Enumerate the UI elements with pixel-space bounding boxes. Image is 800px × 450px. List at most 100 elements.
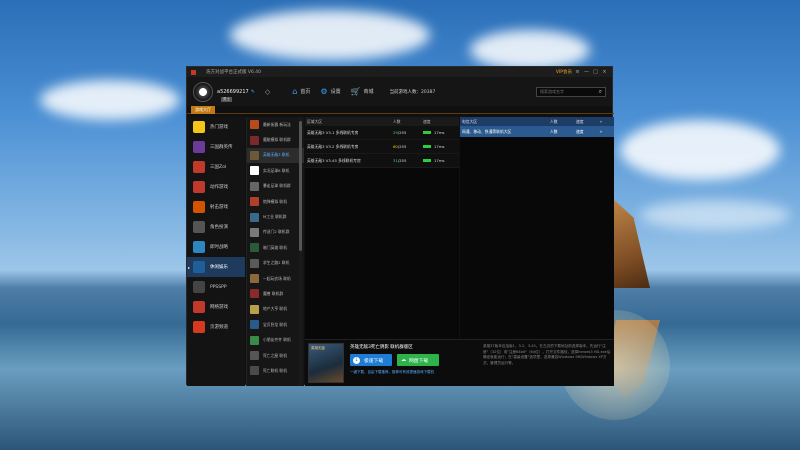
game-icon bbox=[250, 258, 259, 268]
game-icon bbox=[250, 166, 259, 176]
list-item[interactable]: 魔能模拟 联机群 bbox=[247, 132, 304, 147]
add-button[interactable]: + bbox=[596, 119, 606, 124]
list-item[interactable]: 一起玩农场 联机 bbox=[247, 271, 304, 286]
sidebar-item[interactable]: 三国群英传 bbox=[187, 137, 245, 157]
room-name: 网通、移动、铁通等联机大区 bbox=[462, 128, 512, 134]
list-item[interactable]: 实况足球8 联机 bbox=[247, 163, 304, 178]
sidebar-item[interactable]: 三国Zol bbox=[187, 157, 245, 177]
add-button[interactable]: + bbox=[596, 129, 606, 134]
room-list-left: 区域大区 人数 速度 英雄无敌3 V3.1 多线联机专房 29/255 17ms 英雄… bbox=[305, 117, 459, 339]
game-label: 传送门2 联机群 bbox=[263, 229, 290, 235]
category-icon bbox=[193, 261, 205, 273]
room-ping: 17ms bbox=[434, 130, 445, 135]
signal-bar-icon bbox=[423, 145, 431, 148]
room-speed: 17ms bbox=[423, 158, 445, 163]
sidebar-item-label: 休闲娱乐 bbox=[210, 265, 228, 270]
game-icon bbox=[250, 289, 259, 299]
list-item[interactable]: 死亡之屋 联机 bbox=[247, 348, 304, 363]
category-icon bbox=[193, 241, 205, 253]
header-count: 人数 bbox=[393, 118, 401, 124]
game-icon bbox=[250, 366, 259, 376]
table-row[interactable]: 网通、移动、铁通等联机大区 人数 速度 + bbox=[460, 126, 614, 137]
search-icon[interactable]: ⌕ bbox=[599, 88, 602, 96]
table-row[interactable]: 英雄无敌3 V3.45 多线联机专房 31/255 17ms bbox=[305, 154, 459, 168]
nav-settings[interactable]: ⚙ 设置 bbox=[320, 87, 340, 96]
edit-icon[interactable]: ✎ bbox=[251, 89, 255, 95]
sidebar-item[interactable]: 网络游戏 bbox=[187, 297, 245, 317]
nav-home[interactable]: ⌂ 首页 bbox=[292, 87, 310, 96]
game-icon bbox=[250, 320, 259, 330]
game-icon bbox=[250, 212, 259, 222]
room-ping: 17ms bbox=[434, 144, 445, 149]
game-description: 英雄3T版本包括版1、3.2、3.45。在左边的下载地址前选择版本。先运行"注册… bbox=[483, 344, 611, 365]
nav-shop[interactable]: 🛒 商城 bbox=[351, 87, 374, 96]
list-item[interactable]: 英雄无敌3 联机 bbox=[247, 147, 304, 164]
maximize-button[interactable]: □ bbox=[592, 69, 599, 76]
fast-download-button[interactable]: ↓ 极速下载 bbox=[350, 354, 392, 366]
game-icon bbox=[250, 150, 259, 160]
scrollbar-thumb[interactable] bbox=[299, 121, 302, 251]
room-speed: 17ms bbox=[423, 130, 445, 135]
category-icon bbox=[193, 321, 205, 333]
netdisk-download-button[interactable]: ☁ 网盘下载 bbox=[397, 354, 439, 366]
sidebar-item[interactable]: 页游频道 bbox=[187, 317, 245, 337]
list-item[interactable]: 地产大亨 联机 bbox=[247, 302, 304, 317]
close-button[interactable]: × bbox=[601, 69, 608, 76]
search-box[interactable]: ⌕ bbox=[536, 86, 606, 97]
sidebar-item-label: 热门游戏 bbox=[210, 125, 228, 130]
list-item[interactable]: 死亡联机 联机 bbox=[247, 363, 304, 378]
list-item[interactable]: 宝贝卧龙 联机 bbox=[247, 317, 304, 332]
username[interactable]: a526699217 bbox=[217, 89, 249, 95]
minimize-button[interactable]: — bbox=[583, 69, 590, 76]
list-item[interactable]: 最新街霸 新玩法 bbox=[247, 117, 304, 132]
avatar[interactable] bbox=[193, 81, 213, 102]
game-icon bbox=[250, 351, 259, 361]
list-item[interactable]: 传送门2 联机群 bbox=[247, 225, 304, 240]
sidebar-item[interactable]: 即时战略 bbox=[187, 237, 245, 257]
sidebar-item[interactable]: PPSSPP bbox=[187, 277, 245, 297]
search-input[interactable] bbox=[540, 89, 595, 94]
list-item[interactable]: 魔兽 联机群 bbox=[247, 286, 304, 301]
diamond-icon[interactable]: ◇ bbox=[265, 88, 270, 96]
game-icon bbox=[250, 304, 259, 314]
header: a526699217 ✎ ◇ 勇士 ⌂ 首页 ⚙ 设置 🛒 商城 当前游戏人数：203… bbox=[187, 77, 612, 106]
category-icon bbox=[193, 141, 205, 153]
signal-bar-icon bbox=[423, 159, 431, 162]
room-count: 人数 bbox=[550, 128, 558, 134]
list-item[interactable]: 暴走足球 联机群 bbox=[247, 179, 304, 194]
table-row[interactable]: 英雄无敌3 V3.1 多线联机专房 29/255 17ms bbox=[305, 126, 459, 140]
game-list-scrollbar[interactable] bbox=[299, 117, 302, 386]
game-label: 炮弹模拟 联机 bbox=[263, 198, 287, 204]
room-name: 英雄无敌3 V3.1 多线联机专房 bbox=[307, 129, 359, 135]
vip-badge[interactable]: VIP会员 bbox=[556, 69, 572, 75]
cover-title: 英雄无敌 bbox=[311, 346, 325, 350]
room-table-header: 电信大区 人数 速度 + bbox=[460, 117, 614, 126]
sidebar-item[interactable]: 射击游戏 bbox=[187, 197, 245, 217]
table-row[interactable]: 英雄无敌3 V3.2 多线联机专房 60/255 17ms bbox=[305, 140, 459, 154]
list-item[interactable]: 小朋友齐齐 联机 bbox=[247, 332, 304, 347]
list-item[interactable]: 炮弹模拟 联机 bbox=[247, 194, 304, 209]
game-label: 一起玩农场 联机 bbox=[263, 275, 291, 281]
list-item[interactable]: 暗门英雄 联机 bbox=[247, 240, 304, 255]
category-icon bbox=[193, 121, 205, 133]
tab-underline bbox=[187, 106, 614, 114]
list-item[interactable]: 求生之路2 联机 bbox=[247, 256, 304, 271]
game-icon bbox=[250, 197, 259, 207]
menu-icon[interactable]: ≡ bbox=[574, 69, 581, 76]
game-label: 死亡之屋 联机 bbox=[263, 352, 287, 358]
nav-label: 商城 bbox=[363, 89, 374, 95]
cloud-icon: ☁ bbox=[401, 357, 406, 363]
category-icon bbox=[193, 281, 205, 293]
tab-game-hall[interactable]: 游戏大厅 bbox=[191, 106, 215, 114]
sidebar-item[interactable]: 角色扮演 bbox=[187, 217, 245, 237]
signal-bar-icon bbox=[423, 131, 431, 134]
download-hint-link[interactable]: 一键下载、自由下载推荐、推荐可有效提速游戏下载机 bbox=[350, 370, 434, 375]
sidebar-item[interactable]: ▸ 休闲娱乐 bbox=[187, 257, 245, 277]
list-item[interactable]: M工业 联机群 bbox=[247, 209, 304, 224]
room-count: 31/255 bbox=[393, 158, 407, 163]
sidebar-item[interactable]: 热门游戏 bbox=[187, 117, 245, 137]
home-icon: ⌂ bbox=[292, 87, 298, 96]
title-bar[interactable]: 浩方对战平台正式版 V6.40 VIP会员 ≡ — □ × bbox=[187, 67, 612, 77]
room-speed: 17ms bbox=[423, 144, 445, 149]
sidebar-item[interactable]: 动作游戏 bbox=[187, 177, 245, 197]
